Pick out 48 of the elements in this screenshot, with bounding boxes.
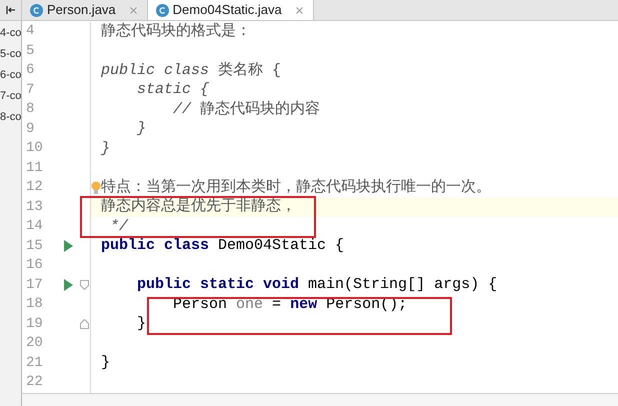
code-line: public static void main(String[] args) {: [136, 275, 498, 295]
code-line: 特点：当第一次用到本类时，静态代码块执行唯一的一次。: [101, 178, 491, 198]
code-line: */: [109, 216, 128, 236]
collapse-panel-icon[interactable]: [6, 5, 16, 15]
line-number: 8: [25, 100, 36, 120]
lightbulb-icon[interactable]: [91, 181, 101, 195]
line-number: 22: [25, 373, 44, 392]
line-number: 6: [25, 61, 36, 80]
line-number: 10: [25, 139, 44, 158]
fold-icon[interactable]: [80, 280, 88, 290]
project-item[interactable]: 5-co: [0, 44, 21, 65]
code-line: static {: [136, 80, 210, 100]
code-line: 静态内容总是优先于非静态，: [101, 197, 296, 217]
code-line: }: [101, 353, 110, 373]
code-line: }: [136, 119, 146, 139]
code-line: }: [101, 138, 110, 158]
code-line: public class 类名称 {: [101, 60, 282, 80]
code-line: 静态代码块的格式是：: [101, 22, 251, 42]
class-icon: [30, 4, 43, 16]
file-tab[interactable]: Demo04Static.java: [148, 0, 314, 20]
run-icon[interactable]: [64, 279, 72, 292]
project-item[interactable]: 4-co: [0, 23, 21, 44]
project-item[interactable]: 6-co: [0, 65, 21, 86]
line-number: 19: [25, 314, 44, 334]
code-line: public class Demo04Static {: [101, 236, 344, 256]
close-icon[interactable]: [128, 4, 139, 16]
line-number: 21: [25, 354, 44, 373]
line-number: 4: [25, 22, 36, 42]
line-number: 15: [25, 236, 44, 256]
line-number: 16: [25, 256, 44, 276]
close-icon[interactable]: [294, 4, 305, 16]
run-icon[interactable]: [64, 240, 72, 252]
code-line: }: [136, 314, 146, 334]
line-number: 7: [25, 80, 36, 100]
line-number: 5: [25, 42, 36, 61]
line-number: 20: [25, 334, 44, 354]
line-number: 13: [25, 198, 44, 217]
project-item[interactable]: 7-co: [0, 86, 21, 107]
line-number: 12: [25, 178, 44, 198]
line-number: 11: [25, 158, 44, 178]
line-number: 17: [25, 276, 44, 295]
code-line: // 静态代码块的内容: [172, 99, 320, 120]
fold-icon[interactable]: [80, 319, 88, 330]
line-number: 14: [25, 217, 44, 236]
line-number: 18: [25, 295, 44, 314]
line-number: 9: [25, 120, 36, 139]
project-item[interactable]: 8-co: [0, 107, 21, 128]
class-icon: [156, 4, 169, 16]
